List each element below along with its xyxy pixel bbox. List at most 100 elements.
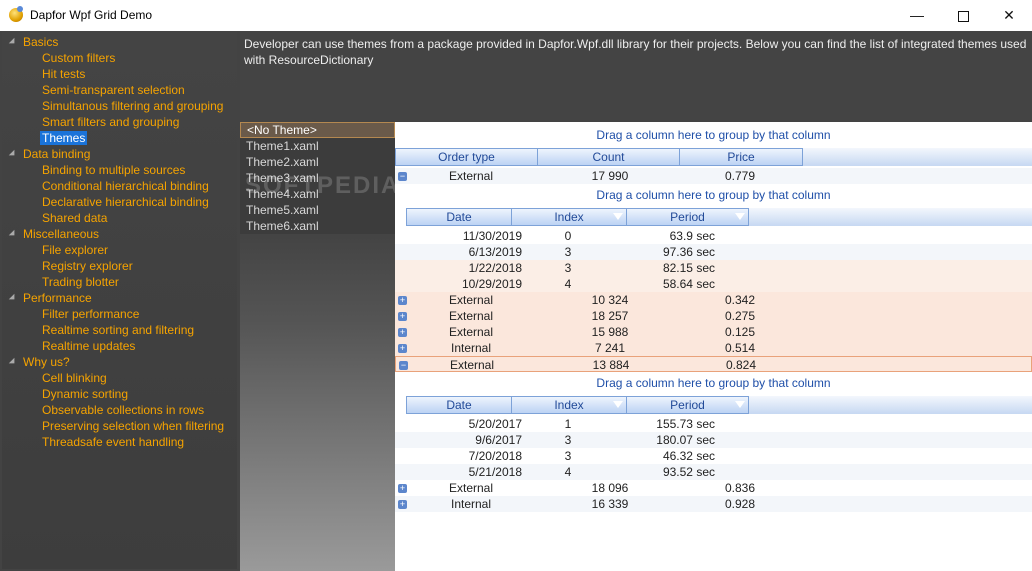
tree-group-performance[interactable]: Performance [23, 290, 92, 306]
tree-group-data-binding[interactable]: Data binding [23, 146, 90, 162]
expand-icon[interactable]: + [398, 484, 407, 493]
detail-row[interactable]: 6/13/2019 3 97.36 sec [395, 244, 1032, 260]
date-cell: 6/13/2019 [468, 245, 522, 259]
order-row[interactable]: + External 15 988 0.125 [395, 324, 1032, 340]
tree-item-simultanous-filtering-and-grouping[interactable]: Simultanous filtering and grouping [42, 98, 223, 114]
column-header-date[interactable]: Date [406, 208, 512, 226]
tree-item-label: Realtime sorting and filtering [42, 323, 195, 337]
theme-item[interactable]: Theme5.xaml [240, 202, 395, 218]
expand-icon[interactable]: + [398, 312, 407, 321]
order-row[interactable]: + External 10 324 0.342 [395, 292, 1032, 308]
index-cell: 3 [564, 449, 572, 463]
column-header-price[interactable]: Price [679, 148, 803, 166]
order-type-cell: External [448, 169, 494, 183]
group-by-drop-area[interactable]: Drag a column here to group by that colu… [395, 376, 1032, 390]
detail-row[interactable]: 1/22/2018 3 82.15 sec [395, 260, 1032, 276]
tree-item-realtime-sorting-and-filtering[interactable]: Realtime sorting and filtering [42, 322, 194, 338]
tree-item-file-explorer[interactable]: File explorer [42, 242, 108, 258]
order-row[interactable]: + External 18 257 0.275 [395, 308, 1032, 324]
tree-item-label: Registry explorer [42, 259, 133, 273]
tree-item-observable-collections-in-rows[interactable]: Observable collections in rows [42, 402, 204, 418]
collapse-icon[interactable]: − [398, 172, 407, 181]
tree-item-registry-explorer[interactable]: Registry explorer [42, 258, 133, 274]
column-header-period[interactable]: Period [626, 396, 749, 414]
expander-arrow-icon[interactable] [8, 37, 18, 47]
order-row[interactable]: − External 13 884 0.824 [395, 356, 1032, 372]
column-header-order-type[interactable]: Order type [395, 148, 538, 166]
detail-row[interactable]: 7/20/2018 3 46.32 sec [395, 448, 1032, 464]
expander-arrow-icon[interactable] [8, 229, 18, 239]
theme-item[interactable]: Theme2.xaml [240, 154, 395, 170]
tree-item-hit-tests[interactable]: Hit tests [42, 66, 85, 82]
tree-item-themes[interactable]: Themes [40, 130, 88, 146]
window-title: Dapfor Wpf Grid Demo [30, 8, 153, 22]
group-by-drop-area[interactable]: Drag a column here to group by that colu… [395, 188, 1032, 202]
column-header-count[interactable]: Count [537, 148, 680, 166]
column-header-index[interactable]: Index [511, 208, 627, 226]
tree-item-shared-data[interactable]: Shared data [42, 210, 107, 226]
filter-icon[interactable] [613, 213, 623, 220]
order-type-cell: External [449, 358, 495, 372]
tree-item-cell-blinking[interactable]: Cell blinking [42, 370, 107, 386]
tree-item-label: Data binding [23, 147, 91, 161]
expand-icon[interactable]: + [398, 500, 407, 509]
detail-row[interactable]: 9/6/2017 3 180.07 sec [395, 432, 1032, 448]
tree-item-smart-filters-and-grouping[interactable]: Smart filters and grouping [42, 114, 179, 130]
expand-icon[interactable]: + [398, 296, 407, 305]
expand-icon[interactable]: + [398, 344, 407, 353]
tree-group-basics[interactable]: Basics [23, 34, 58, 50]
count-cell: 15 988 [591, 325, 629, 339]
expand-icon[interactable]: + [398, 328, 407, 337]
expander-arrow-icon[interactable] [8, 357, 18, 367]
tree-item-label: Hit tests [42, 67, 86, 81]
column-header-period[interactable]: Period [626, 208, 749, 226]
tree-item-dynamic-sorting[interactable]: Dynamic sorting [42, 386, 128, 402]
tree-group-miscellaneous[interactable]: Miscellaneous [23, 226, 99, 242]
tree-item-declarative-hierarchical-binding[interactable]: Declarative hierarchical binding [42, 194, 209, 210]
detail-row[interactable]: 5/20/2017 1 155.73 sec [395, 416, 1032, 432]
order-row[interactable]: − External 17 990 0.779 [395, 168, 1032, 184]
tree-item-binding-to-multiple-sources[interactable]: Binding to multiple sources [42, 162, 185, 178]
order-type-cell: External [448, 481, 494, 495]
expander-arrow-icon[interactable] [8, 293, 18, 303]
group-by-drop-area[interactable]: Drag a column here to group by that colu… [395, 128, 1032, 142]
tree-group-why-us-[interactable]: Why us? [23, 354, 70, 370]
price-cell: 0.125 [724, 325, 756, 339]
filter-icon[interactable] [613, 401, 623, 408]
detail-row[interactable]: 11/30/2019 0 63.9 sec [395, 228, 1032, 244]
theme-item[interactable]: Theme6.xaml [240, 218, 395, 234]
maximize-icon [957, 10, 969, 22]
tree-item-custom-filters[interactable]: Custom filters [42, 50, 115, 66]
index-cell: 4 [564, 277, 572, 291]
close-button[interactable]: ✕ [986, 0, 1032, 31]
date-cell: 5/20/2017 [468, 417, 522, 431]
watermark: SOFTPEDIA [245, 172, 401, 199]
column-header-index[interactable]: Index [511, 396, 627, 414]
index-cell: 4 [564, 465, 572, 479]
tree-item-trading-blotter[interactable]: Trading blotter [42, 274, 119, 290]
order-row[interactable]: + Internal 7 241 0.514 [395, 340, 1032, 356]
filter-icon[interactable] [735, 213, 745, 220]
order-row[interactable]: + External 18 096 0.836 [395, 480, 1032, 496]
maximize-button[interactable] [940, 0, 986, 31]
order-row[interactable]: + Internal 16 339 0.928 [395, 496, 1032, 512]
theme-item[interactable]: Theme1.xaml [240, 138, 395, 154]
index-cell: 0 [564, 229, 572, 243]
detail-row[interactable]: 10/29/2019 4 58.64 sec [395, 276, 1032, 292]
tree-item-threadsafe-event-handling[interactable]: Threadsafe event handling [42, 434, 184, 450]
index-cell: 3 [564, 245, 572, 259]
tree-item-preserving-selection-when-filtering[interactable]: Preserving selection when filtering [42, 418, 224, 434]
tree-item-realtime-updates[interactable]: Realtime updates [42, 338, 135, 354]
tree-item-semi-transparent-selection[interactable]: Semi-transparent selection [42, 82, 185, 98]
tree-item-filter-performance[interactable]: Filter performance [42, 306, 139, 322]
filter-icon[interactable] [735, 401, 745, 408]
minimize-button[interactable]: — [894, 0, 940, 31]
column-header-date[interactable]: Date [406, 396, 512, 414]
tree-item-conditional-hierarchical-binding[interactable]: Conditional hierarchical binding [42, 178, 209, 194]
expander-arrow-icon[interactable] [8, 149, 18, 159]
collapse-icon[interactable]: − [399, 361, 408, 370]
detail-row[interactable]: 5/21/2018 4 93.52 sec [395, 464, 1032, 480]
theme-item[interactable]: <No Theme> [240, 122, 395, 138]
count-cell: 7 241 [594, 341, 626, 355]
index-cell: 3 [564, 433, 572, 447]
